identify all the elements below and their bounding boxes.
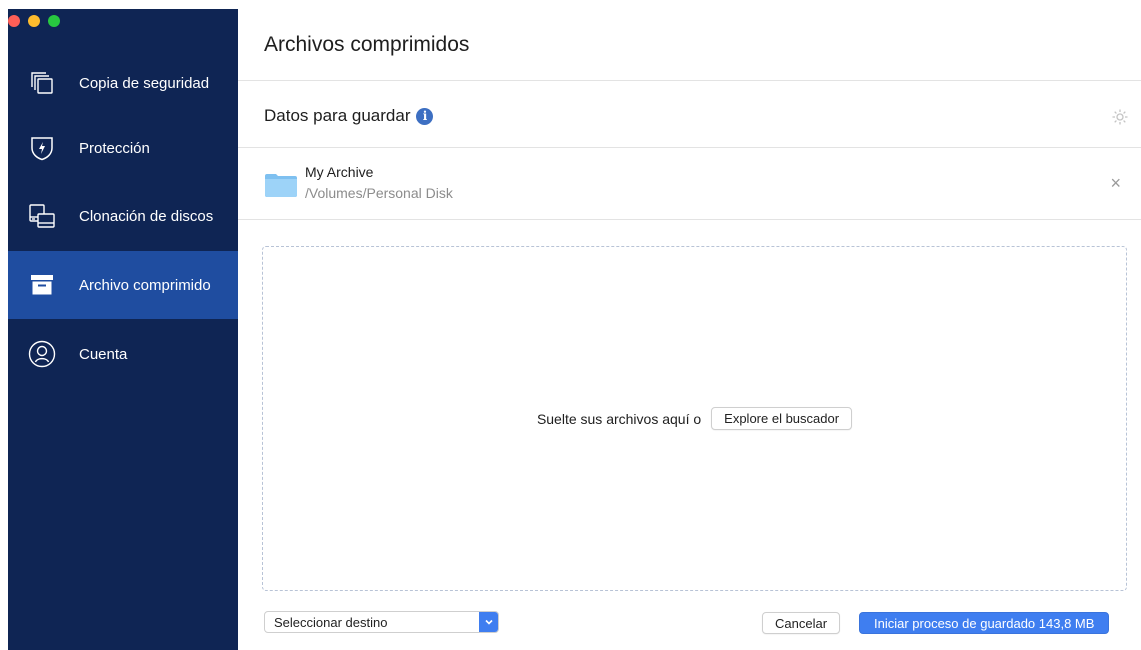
close-window-button[interactable] [8,15,20,27]
gear-icon[interactable] [1111,108,1129,126]
section-header: Datos para guardar i [264,106,434,126]
window-controls [8,15,60,27]
sidebar-item-backup[interactable]: Copia de seguridad [8,49,238,117]
sidebar-item-label: Archivo comprimido [79,276,211,294]
sidebar-item-archive[interactable]: Archivo comprimido [8,251,238,319]
minimize-window-button[interactable] [28,15,40,27]
disk-clone-icon [26,200,58,232]
archive-box-icon [26,269,58,301]
start-archive-button[interactable]: Iniciar proceso de guardado 143,8 MB [859,612,1110,634]
info-icon[interactable]: i [416,107,434,125]
sidebar-item-disk-clone[interactable]: Clonación de discos [8,182,238,250]
main-panel: Archivos comprimidos Datos para guardar … [238,9,1141,650]
cancel-button[interactable]: Cancelar [762,612,841,634]
drop-zone[interactable]: Suelte sus archivos aquí o Explore el bu… [262,246,1127,591]
sidebar-item-label: Clonación de discos [79,207,214,225]
zoom-window-button[interactable] [48,15,60,27]
item-path: /Volumes/Personal Disk [305,185,453,201]
sidebar-item-label: Protección [79,139,150,157]
sidebar-item-protection[interactable]: Protección [8,114,238,182]
item-name: My Archive [305,164,374,180]
drop-zone-text: Suelte sus archivos aquí o [536,410,702,427]
sidebar-item-label: Cuenta [79,345,128,363]
page-title: Archivos comprimidos [264,33,470,56]
close-icon[interactable]: × [1110,173,1121,194]
divider [238,219,1141,220]
folder-icon [265,173,297,197]
app-window: Copia de seguridad Protección Clonación … [8,9,1141,650]
section-title: Datos para guardar [264,106,411,125]
backup-copies-icon [26,67,58,99]
sidebar-item-account[interactable]: Cuenta [8,320,238,388]
browse-finder-button[interactable]: Explore el buscador [711,407,853,430]
account-icon [26,338,58,370]
sidebar: Copia de seguridad Protección Clonación … [8,9,238,650]
archive-item-row[interactable]: My Archive /Volumes/Personal Disk × [238,147,1141,219]
divider [238,80,1141,81]
destination-select[interactable]: Seleccionar destino [264,611,499,633]
destination-select-value: Seleccionar destino [274,614,388,630]
shield-bolt-icon [26,132,58,164]
sidebar-item-label: Copia de seguridad [79,74,210,92]
chevron-down-icon[interactable] [479,612,498,632]
